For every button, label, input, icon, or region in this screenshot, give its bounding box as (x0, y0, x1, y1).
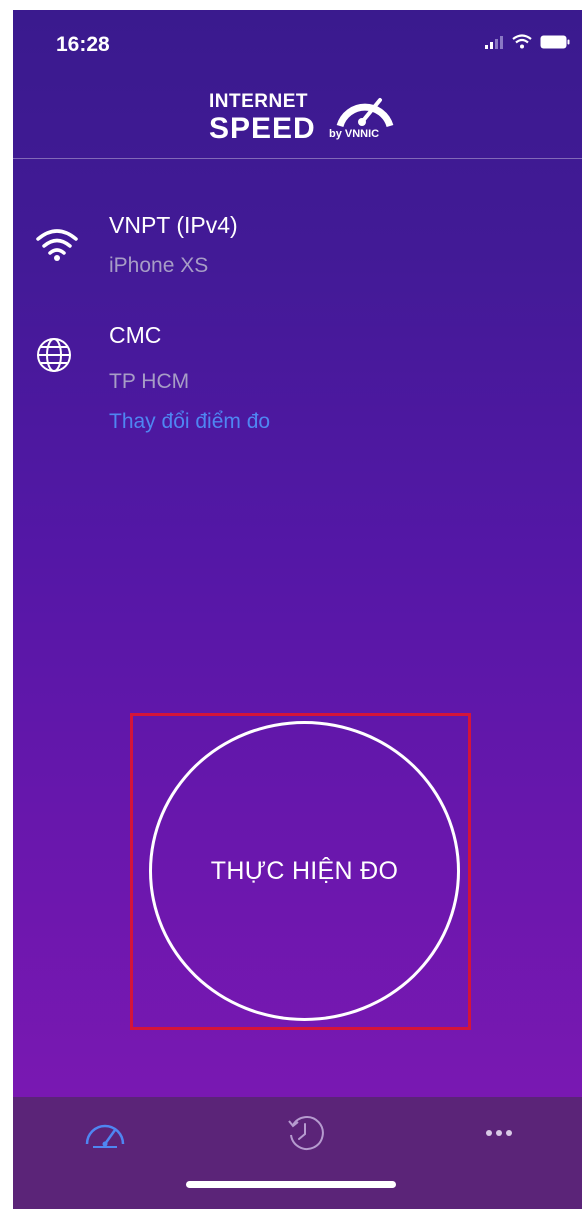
status-bar: 16:28 (13, 10, 582, 80)
status-icons (484, 34, 570, 49)
status-time: 16:28 (56, 33, 110, 56)
change-server-link[interactable]: Thay đổi điểm đo (109, 410, 270, 434)
logo-text-internet: INTERNET (209, 91, 308, 112)
history-icon (288, 1115, 324, 1150)
server-name: CMC (109, 322, 162, 348)
globe-icon (37, 338, 71, 372)
wifi-icon (36, 229, 78, 261)
internet-speed-logo: INTERNET SPEED by VNNIC (209, 86, 409, 148)
device-name: iPhone XS (109, 254, 209, 277)
start-measure-label: THỰC HIỆN ĐO (210, 856, 399, 885)
start-measure-button[interactable]: THỰC HIỆN ĐO (149, 721, 460, 1021)
more-icon (486, 1130, 512, 1136)
logo-text-speed: SPEED (209, 112, 316, 145)
tab-more[interactable] (469, 1113, 529, 1153)
battery-icon (540, 35, 570, 48)
tab-history[interactable] (275, 1113, 335, 1153)
home-indicator[interactable] (186, 1181, 396, 1188)
app-header: INTERNET SPEED by VNNIC (13, 80, 582, 159)
tab-speedtest[interactable] (75, 1113, 135, 1153)
server-location: TP HCM (109, 370, 190, 393)
tab-bar (13, 1097, 582, 1209)
speed-gauge-icon (336, 98, 394, 128)
network-name: VNPT (IPv4) (109, 212, 238, 238)
app-screen: 16:28 INTERNET SPEED by VNNIC VNPT (IPv4… (13, 10, 582, 1209)
wifi-status-icon (512, 34, 532, 49)
signal-icon (485, 35, 503, 49)
server-info: CMC TP HCM Thay đổi điểm đo (13, 320, 582, 450)
speedometer-icon (85, 1124, 125, 1148)
network-info: VNPT (IPv4) iPhone XS (13, 210, 582, 290)
